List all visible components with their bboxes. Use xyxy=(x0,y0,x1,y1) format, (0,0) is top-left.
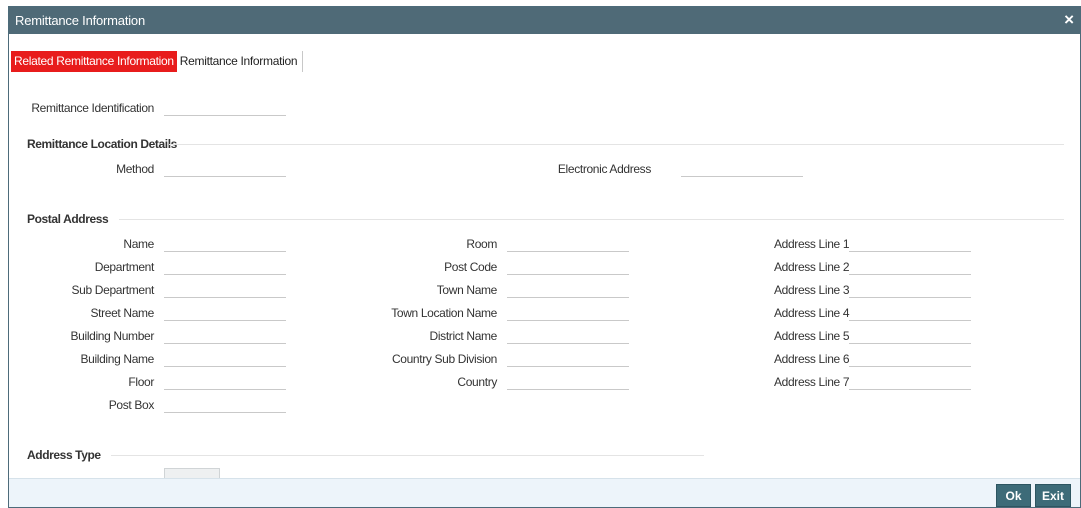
town-location-name-input[interactable] xyxy=(507,305,629,321)
remittance-identification-label: Remittance Identification xyxy=(31,101,154,115)
department-input[interactable] xyxy=(164,259,286,275)
address-line-6-input[interactable] xyxy=(849,351,971,367)
address-line-4-input[interactable] xyxy=(849,305,971,321)
section-divider xyxy=(119,219,1064,220)
name-label: Name xyxy=(123,237,154,251)
address-type-code-input[interactable] xyxy=(164,468,220,478)
sub-department-label: Sub Department xyxy=(71,283,155,297)
remittance-identification-input[interactable] xyxy=(164,100,286,116)
town-name-label: Town Name xyxy=(436,283,498,297)
room-input[interactable] xyxy=(507,236,629,252)
address-line-2-label: Address Line 2 xyxy=(774,260,850,274)
town-name-input[interactable] xyxy=(507,282,629,298)
section-divider xyxy=(111,455,704,456)
address-line-2-input[interactable] xyxy=(849,259,971,275)
section-address-type: Address Type xyxy=(27,448,101,462)
method-label: Method xyxy=(116,162,154,176)
district-name-input[interactable] xyxy=(507,328,629,344)
department-label: Department xyxy=(94,260,155,274)
building-name-input[interactable] xyxy=(164,351,286,367)
electronic-address-label: Electronic Address xyxy=(557,162,651,176)
town-location-name-label: Town Location Name xyxy=(391,306,497,320)
title-bar: Remittance Information × xyxy=(9,7,1080,34)
address-line-5-input[interactable] xyxy=(849,328,971,344)
tab-remittance-information[interactable]: Remittance Information xyxy=(177,51,304,72)
country-label: Country xyxy=(457,375,497,389)
exit-button[interactable]: Exit xyxy=(1035,484,1071,507)
tab-related-remittance-information[interactable]: Related Remittance Information xyxy=(11,51,177,72)
section-remittance-location-details: Remittance Location Details xyxy=(27,137,177,151)
tab-strip: Related Remittance Information Remittanc… xyxy=(11,51,304,72)
street-name-label: Street Name xyxy=(90,306,154,320)
street-name-input[interactable] xyxy=(164,305,286,321)
country-input[interactable] xyxy=(507,374,629,390)
building-number-input[interactable] xyxy=(164,328,286,344)
post-box-label: Post Box xyxy=(108,398,155,412)
section-divider xyxy=(169,144,1064,145)
floor-input[interactable] xyxy=(164,374,286,390)
sub-department-input[interactable] xyxy=(164,282,286,298)
address-line-6-label: Address Line 6 xyxy=(774,352,850,366)
remittance-information-window: Remittance Information × Related Remitta… xyxy=(8,6,1081,508)
ok-button[interactable]: Ok xyxy=(996,484,1031,507)
close-icon[interactable]: × xyxy=(1064,11,1074,28)
address-line-7-input[interactable] xyxy=(849,374,971,390)
country-sub-division-label: Country Sub Division xyxy=(391,352,497,366)
room-label: Room xyxy=(466,237,497,251)
post-code-input[interactable] xyxy=(507,259,629,275)
floor-label: Floor xyxy=(128,375,154,389)
address-line-7-label: Address Line 7 xyxy=(774,375,850,389)
building-number-label: Building Number xyxy=(70,329,155,343)
building-name-label: Building Name xyxy=(80,352,155,366)
window-title: Remittance Information xyxy=(15,13,145,28)
country-sub-division-input[interactable] xyxy=(507,351,629,367)
method-input[interactable] xyxy=(164,161,286,177)
address-line-1-input[interactable] xyxy=(849,236,971,252)
address-line-3-input[interactable] xyxy=(849,282,971,298)
district-name-label: District Name xyxy=(429,329,498,343)
post-code-label: Post Code xyxy=(444,260,497,274)
footer-bar: Ok Exit xyxy=(9,478,1080,507)
address-line-5-label: Address Line 5 xyxy=(774,329,850,343)
post-box-input[interactable] xyxy=(164,397,286,413)
address-line-1-label: Address Line 1 xyxy=(774,237,850,251)
address-line-3-label: Address Line 3 xyxy=(774,283,850,297)
electronic-address-input[interactable] xyxy=(681,161,803,177)
address-line-4-label: Address Line 4 xyxy=(774,306,850,320)
section-postal-address: Postal Address xyxy=(27,212,109,226)
name-input[interactable] xyxy=(164,236,286,252)
